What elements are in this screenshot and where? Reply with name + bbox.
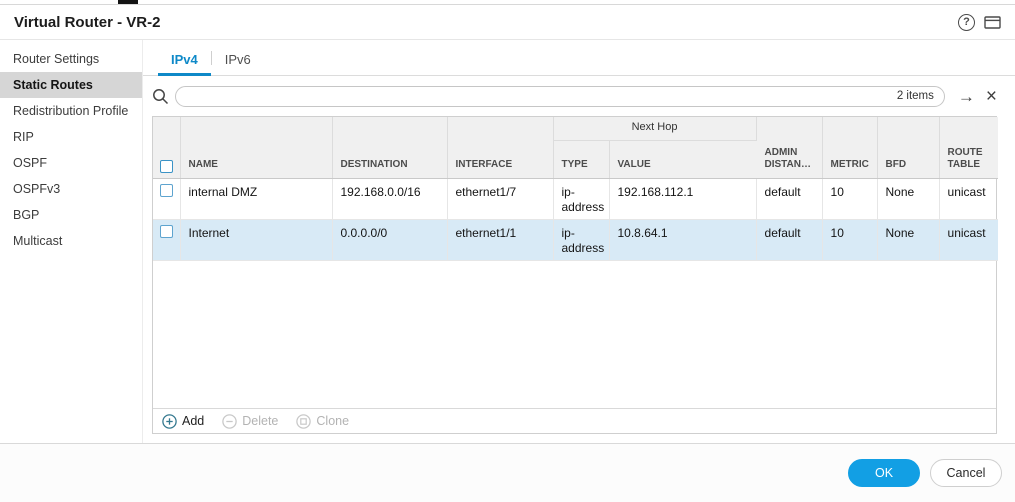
row-checkbox[interactable]: [160, 225, 173, 238]
cell-value: 10.8.64.1: [609, 219, 756, 260]
clone-icon: [296, 414, 311, 429]
table-empty-area: [153, 261, 996, 409]
add-icon: [162, 414, 177, 429]
clear-filter-icon[interactable]: ×: [986, 87, 997, 106]
column-header-value[interactable]: VALUE: [609, 140, 756, 178]
window-icon[interactable]: [984, 15, 1001, 30]
sidebar: Router Settings Static Routes Redistribu…: [0, 40, 143, 443]
cancel-button[interactable]: Cancel: [930, 459, 1002, 487]
column-header-route-table[interactable]: ROUTE TABLE: [939, 117, 998, 178]
cell-value: 192.168.112.1: [609, 178, 756, 219]
route-row-internet[interactable]: Internet 0.0.0.0/0 ethernet1/1 ip-addres…: [153, 219, 998, 260]
column-header-admin-distance[interactable]: ADMIN DISTAN…: [756, 117, 822, 178]
cell-type: ip-address: [553, 219, 609, 260]
dialog-content: Router Settings Static Routes Redistribu…: [0, 40, 1015, 443]
route-row-internal-dmz[interactable]: internal DMZ 192.168.0.0/16 ethernet1/7 …: [153, 178, 998, 219]
cell-bfd: None: [877, 219, 939, 260]
cell-route-table: unicast: [939, 178, 998, 219]
column-group-next-hop: Next Hop: [553, 117, 756, 140]
table-toolbar: Add Delete: [153, 408, 996, 433]
apply-filter-icon[interactable]: →: [958, 88, 975, 105]
add-label: Add: [182, 414, 204, 428]
delete-icon: [222, 414, 237, 429]
column-header-interface[interactable]: INTERFACE: [447, 117, 553, 178]
filter-pill: 2 items: [175, 86, 945, 107]
row-checkbox-cell: [153, 219, 180, 260]
titlebar-icons: ?: [958, 14, 1001, 31]
delete-button[interactable]: Delete: [222, 414, 278, 429]
main-panel: IPv4 IPv6 2 items: [143, 40, 1015, 443]
sidebar-item-redistribution-profile[interactable]: Redistribution Profile: [0, 98, 142, 124]
sidebar-item-static-routes[interactable]: Static Routes: [0, 72, 142, 98]
dialog-title: Virtual Router - VR-2: [14, 14, 160, 31]
tab-ipv6[interactable]: IPv6: [212, 44, 264, 75]
delete-label: Delete: [242, 414, 278, 428]
column-header-metric[interactable]: METRIC: [822, 117, 877, 178]
cell-interface: ethernet1/1: [447, 219, 553, 260]
cell-admin-distance: default: [756, 178, 822, 219]
static-routes-table: NAME DESTINATION INTERFACE Next Hop ADMI…: [152, 116, 997, 434]
column-header-type[interactable]: TYPE: [553, 140, 609, 178]
cell-bfd: None: [877, 178, 939, 219]
virtual-router-dialog: Virtual Router - VR-2 ? Router Settings …: [0, 4, 1015, 502]
clone-label: Clone: [316, 414, 349, 428]
dialog-titlebar: Virtual Router - VR-2 ?: [0, 5, 1015, 40]
sidebar-item-multicast[interactable]: Multicast: [0, 228, 142, 254]
items-count: 2 items: [897, 90, 934, 102]
select-all-cell: [153, 117, 180, 178]
cell-type: ip-address: [553, 178, 609, 219]
routes-table: NAME DESTINATION INTERFACE Next Hop ADMI…: [153, 117, 998, 261]
cell-name: Internet: [180, 219, 332, 260]
search-icon: [152, 88, 169, 105]
cell-name: internal DMZ: [180, 178, 332, 219]
sidebar-item-bgp[interactable]: BGP: [0, 202, 142, 228]
cell-route-table: unicast: [939, 219, 998, 260]
screen: Virtual Router - VR-2 ? Router Settings …: [0, 0, 1015, 502]
sidebar-item-rip[interactable]: RIP: [0, 124, 142, 150]
tab-ipv4[interactable]: IPv4: [158, 44, 211, 76]
dialog-footer: OK Cancel: [0, 443, 1015, 502]
filter-bar: 2 items → ×: [143, 76, 1015, 116]
sidebar-item-ospfv3[interactable]: OSPFv3: [0, 176, 142, 202]
column-header-name[interactable]: NAME: [180, 117, 332, 178]
column-header-bfd[interactable]: BFD: [877, 117, 939, 178]
filter-input[interactable]: [186, 89, 897, 103]
column-header-destination[interactable]: DESTINATION: [332, 117, 447, 178]
sidebar-item-ospf[interactable]: OSPF: [0, 150, 142, 176]
row-checkbox-cell: [153, 178, 180, 219]
cell-metric: 10: [822, 219, 877, 260]
sidebar-item-router-settings[interactable]: Router Settings: [0, 46, 142, 72]
add-button[interactable]: Add: [162, 414, 204, 429]
clone-button[interactable]: Clone: [296, 414, 349, 429]
select-all-checkbox[interactable]: [160, 160, 173, 173]
cell-interface: ethernet1/7: [447, 178, 553, 219]
row-checkbox[interactable]: [160, 184, 173, 197]
cell-metric: 10: [822, 178, 877, 219]
ip-version-tabs: IPv4 IPv6: [143, 40, 1015, 76]
cell-destination: 192.168.0.0/16: [332, 178, 447, 219]
cell-destination: 0.0.0.0/0: [332, 219, 447, 260]
ok-button[interactable]: OK: [848, 459, 920, 487]
cell-admin-distance: default: [756, 219, 822, 260]
help-icon[interactable]: ?: [958, 14, 975, 31]
